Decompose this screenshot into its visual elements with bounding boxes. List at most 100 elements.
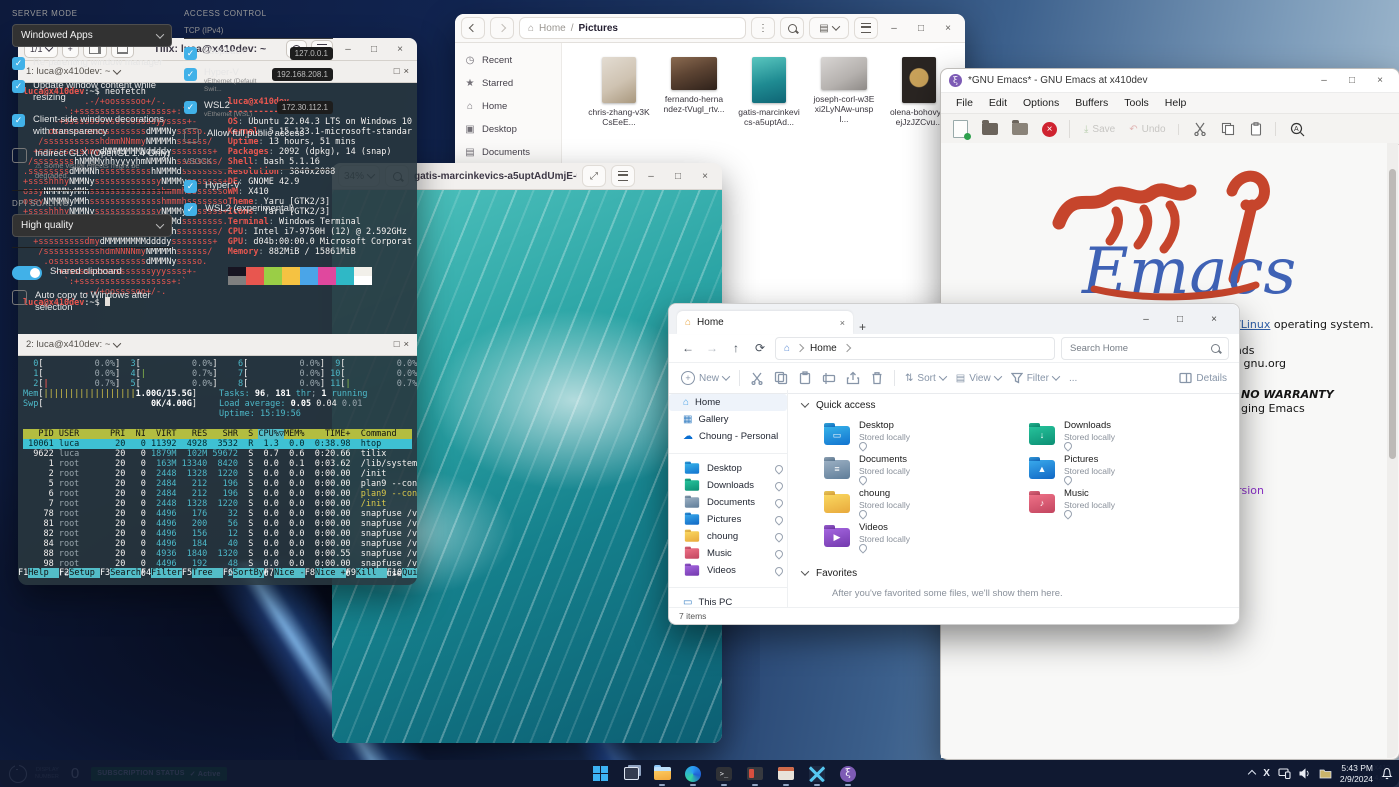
breadcrumb-home[interactable]: Home [810,343,837,354]
search-icon[interactable]: A [1290,122,1305,137]
up-button[interactable]: ↑ [727,341,745,355]
fkey-sortby[interactable]: F6 SortBy [223,568,264,578]
close-buffer-icon[interactable]: × [1042,121,1057,137]
filter-button[interactable]: Filter [1010,372,1061,384]
breadcrumb[interactable]: ⌂ Home / Pictures [519,17,746,39]
taskbar-emacs-icon[interactable]: ξ [836,762,860,786]
folder-tray-icon[interactable] [1319,768,1332,779]
close-button[interactable]: × [389,40,411,58]
menu-edit[interactable]: Edit [982,95,1014,111]
fullscreen-button[interactable]: ⤢ [582,165,606,187]
sidebar-item-pictures[interactable]: Pictures [669,511,787,528]
quick-access-item-choung[interactable]: choung Stored locally [824,486,1029,520]
back-button[interactable]: ← [679,341,697,355]
clock[interactable]: 5:43 PM 2/9/2024 [1340,763,1373,784]
close-tab-icon[interactable]: × [840,318,845,328]
menu-tools[interactable]: Tools [1117,95,1156,111]
sidebar-item-home[interactable]: ⌂ Home [455,95,561,118]
taskbar-terminal-icon[interactable]: >_ [712,762,736,786]
fkey-tree[interactable]: F5 Tree [182,568,223,578]
quick-access-header[interactable]: Quick access [800,396,1239,414]
shared-clipboard-row[interactable]: Shared clipboard [12,266,172,281]
server-mode-dropdown[interactable]: Windowed Apps [12,24,172,47]
file-thumbnail[interactable]: gatis-marcinkevics-a5uptAd... [738,57,800,314]
minimize-button[interactable]: – [337,40,359,58]
tcp-interface-row-loopback[interactable]: ✓ Loopback 127.0.0.1 [184,46,333,60]
rename-icon[interactable] [822,371,836,385]
more-options-button[interactable]: ... [1069,373,1077,384]
sort-button[interactable]: ⇅ Sort [905,372,947,384]
vsock-row-hyper-v[interactable]: ✓ Hyper-V [184,180,333,194]
hidden-icons-chevron[interactable] [1247,769,1257,778]
process-row[interactable]: 88 root 20 0 4936 1840 1320 S 0.0 0.0 0:… [23,549,417,559]
process-row[interactable]: 82 root 20 0 4496 156 12 S 0.0 0.0 0:00.… [23,529,417,539]
notification-bell-icon[interactable] [1381,767,1393,780]
process-row[interactable]: 7 root 20 0 2448 1328 1220 S 0.0 0.0 0:0… [23,499,412,509]
undo-button[interactable]: ↶ Undo [1129,124,1165,135]
process-row[interactable]: 5 root 20 0 2484 212 196 S 0.0 0.0 0:00.… [23,479,417,489]
scrollbar-thumb[interactable] [1389,169,1396,459]
sidebar-item-videos[interactable]: Videos [669,562,787,579]
menu-kebab-button[interactable]: ⋮ [751,17,775,39]
quick-access-item-desktop[interactable]: ▭ Desktop Stored locally [824,418,1029,452]
forward-button[interactable] [490,17,514,39]
sidebar-item-home[interactable]: ⌂ Home [669,394,787,411]
process-row[interactable]: 81 root 20 0 4496 200 56 S 0.0 0.0 0:00.… [23,519,417,529]
cut-icon[interactable] [750,371,764,385]
fkey-nice[interactable]: F7 Nice - [264,568,305,578]
sidebar-item-downloads[interactable]: Downloads [669,477,787,494]
taskbar-edge-icon[interactable] [681,762,705,786]
terminal-tab-2[interactable]: 2: luca@x410dev: ~ □ × [18,334,417,356]
dpi-scaling-dropdown[interactable]: High quality [12,214,172,238]
sidebar-item-desktop[interactable]: Desktop [669,460,787,477]
checkbox[interactable]: ✓ [12,80,25,93]
paste-icon[interactable] [798,371,812,385]
open-directory-icon[interactable] [1012,120,1028,135]
minimize-button[interactable]: – [1313,72,1335,90]
x410-tray-icon[interactable]: X [1263,768,1270,779]
fkey-kill[interactable]: F9 Kill [346,568,387,578]
quick-access-item-documents[interactable]: ≡ Documents Stored locally [824,452,1029,486]
search-input[interactable]: Search Home [1061,336,1229,360]
sidebar-item-this-pc[interactable]: ▭ This PC [669,594,787,608]
taskbar-file-explorer-icon[interactable] [650,762,674,786]
open-file-icon[interactable] [982,120,998,135]
sidebar-item-gallery[interactable]: ▦ Gallery [669,411,787,428]
sidebar-item-recent[interactable]: ◷ Recent [455,49,561,72]
back-button[interactable] [461,17,485,39]
server-mode-option[interactable]: ✓ Client-side window decorations with tra… [12,113,172,138]
minimize-button[interactable]: – [883,19,905,37]
public-access-checkbox[interactable] [184,128,199,144]
checkbox[interactable]: ✓ [12,57,25,70]
quick-access-item-downloads[interactable]: ↓ Downloads Stored locally [1029,418,1234,452]
fkey-quit[interactable]: F10Quit [387,568,417,578]
fkey-nice[interactable]: F8 Nice + [305,568,346,578]
details-button[interactable]: Details [1179,372,1227,384]
start-button[interactable] [588,762,612,786]
sidebar-item-documents[interactable]: Documents [669,494,787,511]
delete-icon[interactable] [870,371,884,385]
sidebar-item-choung[interactable]: choung [669,528,787,545]
new-file-icon[interactable] [953,120,971,140]
checkbox[interactable]: ✓ [184,203,197,217]
close-button[interactable]: × [694,167,716,185]
copy-icon[interactable] [774,371,788,385]
shared-clipboard-toggle[interactable] [12,266,42,281]
menu-options[interactable]: Options [1016,95,1066,111]
menu-file[interactable]: File [949,95,980,111]
pane-maximize-icon[interactable]: □ [394,339,400,350]
checkbox[interactable]: ✓ [12,113,25,127]
sidebar-item-choung-personal[interactable]: ☁ Choung - Personal [669,428,787,445]
sidebar-item-documents[interactable]: ▤ Documents [455,141,561,164]
public-access-row[interactable]: Allow full public access [184,128,333,144]
favorites-header[interactable]: Favorites [800,564,1239,582]
maximize-button[interactable]: □ [910,19,932,37]
server-mode-option[interactable]: ✓ Update window content while resizing [12,80,172,104]
save-button[interactable]: ⤓ Save [1084,124,1115,135]
tcp-interface-row-wsl2[interactable]: ✓ WSL2 vEthernet (WSL) 172.30.112.1 [184,100,333,119]
hamburger-menu-button[interactable] [611,165,635,187]
process-row[interactable]: 6 root 20 0 2484 212 196 S 0.0 0.0 0:00.… [23,489,417,499]
hamburger-menu-button[interactable] [854,17,878,39]
sidebar-item-desktop[interactable]: ▣ Desktop [455,118,561,141]
auto-copy-row[interactable]: Auto copy to Windows after selection [12,290,172,314]
